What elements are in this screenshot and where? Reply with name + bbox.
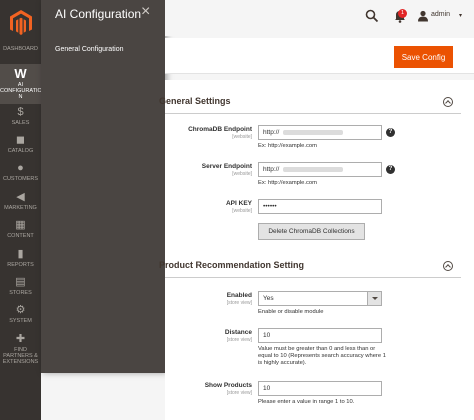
enabled-label-text: Enabled — [226, 292, 252, 299]
recommendation-settings-title: Product Recommendation Setting — [159, 260, 305, 270]
server-endpoint-value: http:// — [263, 166, 280, 173]
bar-chart-icon: ▮ — [17, 248, 24, 260]
show-products-label-text: Show Products — [204, 382, 252, 389]
ai-configuration-flyout: AI Configuration × General Configuration — [41, 0, 165, 373]
enabled-scope: [store view] — [226, 300, 252, 306]
distance-input[interactable]: 10 — [258, 328, 382, 343]
dollar-icon: $ — [17, 106, 24, 118]
distance-label: Distance [store view] — [137, 329, 252, 343]
w-logo-icon: W — [14, 66, 27, 81]
nav-label-dashboard: DASHBOARD — [3, 46, 38, 52]
nav-label-stores: STORES — [9, 290, 32, 296]
api-key-scope: [website] — [232, 208, 252, 214]
delete-chromadb-collections-button[interactable]: Delete ChromaDB Collections — [258, 223, 365, 240]
show-products-scope: [store view] — [226, 390, 252, 396]
nav-item-customers[interactable]: ● CUSTOMERS — [0, 162, 41, 184]
puzzle-icon: ✚ — [15, 333, 26, 345]
search-icon[interactable] — [365, 9, 379, 23]
show-products-note: Please enter a value in range 1 to 10. — [258, 399, 355, 405]
server-endpoint-label-text: Server Endpoint — [201, 163, 252, 170]
cube-icon: ◼ — [15, 134, 26, 146]
nav-item-sales[interactable]: $ SALES — [0, 106, 41, 128]
enabled-select-value: Yes — [263, 295, 274, 302]
person-icon: ● — [17, 162, 24, 174]
show-products-label: Show Products [store view] — [137, 382, 252, 396]
chromadb-endpoint-scope: [website] — [232, 134, 252, 140]
layout-icon: ▦ — [15, 219, 26, 231]
nav-label-marketing: MARKETING — [4, 205, 37, 211]
nav-label-reports: REPORTS — [7, 262, 34, 268]
magento-logo[interactable]: DASHBOARD — [0, 0, 41, 64]
collapse-icon[interactable] — [443, 97, 453, 107]
nav-label-customers: CUSTOMERS — [2, 176, 39, 182]
nav-label-sales: SALES — [11, 120, 30, 126]
admin-sidebar: DASHBOARD W AI CONFIGURATIO N $ SALES ◼ … — [0, 0, 42, 420]
enabled-select[interactable]: Yes — [258, 291, 382, 306]
general-settings-title: General Settings — [159, 96, 231, 106]
nav-item-stores[interactable]: ▤ STORES — [0, 276, 41, 298]
magento-logo-icon — [10, 10, 32, 35]
admin-header: 1 admin ▾ — [165, 0, 474, 36]
nav-label-catalog: CATALOG — [7, 148, 34, 154]
nav-item-content[interactable]: ▦ CONTENT — [0, 219, 41, 241]
gear-icon: ⚙ — [15, 304, 26, 316]
show-products-input[interactable]: 10 — [258, 381, 382, 396]
store-icon: ▤ — [15, 276, 26, 288]
nav-label-partners: FIND PARTNERS & EXTENSIONS — [2, 347, 39, 365]
megaphone-icon: ◀ — [16, 191, 25, 203]
collapse-icon[interactable] — [443, 261, 453, 271]
enabled-note: Enable or disable module — [258, 309, 324, 315]
redacted-value — [283, 130, 343, 135]
api-key-label-text: API KEY — [225, 200, 252, 207]
nav-item-marketing[interactable]: ◀ MARKETING — [0, 191, 41, 213]
api-key-label: API KEY [website] — [137, 200, 252, 214]
notification-count-badge: 1 — [398, 9, 407, 18]
nav-item-ai-configuration[interactable]: W AI CONFIGURATIO N — [0, 64, 42, 104]
chromadb-endpoint-label: ChromaDB Endpoint [website] — [137, 126, 252, 140]
page-actions: Save Config — [165, 38, 474, 74]
close-icon[interactable]: × — [141, 4, 150, 20]
server-endpoint-scope: [website] — [232, 171, 252, 177]
distance-label-text: Distance — [224, 329, 252, 336]
chevron-down-icon[interactable] — [367, 292, 381, 305]
help-icon[interactable]: ? — [386, 165, 395, 174]
help-icon[interactable]: ? — [386, 128, 395, 137]
config-content: General Settings ChromaDB Endpoint [webs… — [159, 80, 474, 420]
chromadb-endpoint-label-text: ChromaDB Endpoint — [188, 126, 252, 133]
nav-item-partners[interactable]: ✚ FIND PARTNERS & EXTENSIONS — [0, 333, 41, 365]
server-endpoint-label: Server Endpoint [website] — [137, 163, 252, 177]
server-endpoint-note: Ex: http://example.com — [258, 180, 317, 186]
distance-note: Value must be greater than 0 and less th… — [258, 346, 386, 366]
nav-item-system[interactable]: ⚙ SYSTEM — [0, 304, 41, 326]
chromadb-endpoint-value: http:// — [263, 129, 280, 136]
nav-label-content: CONTENT — [7, 233, 34, 239]
chromadb-endpoint-input[interactable]: http:// — [258, 125, 382, 140]
nav-item-reports[interactable]: ▮ REPORTS — [0, 248, 41, 270]
nav-label-ai: AI CONFIGURATIO N — [0, 82, 42, 100]
redacted-value — [283, 167, 343, 172]
distance-scope: [store view] — [226, 337, 252, 343]
general-configuration-link[interactable]: General Configuration — [55, 46, 124, 53]
flyout-title: AI Configuration — [55, 7, 142, 21]
nav-item-catalog[interactable]: ◼ CATALOG — [0, 134, 41, 156]
save-config-button[interactable]: Save Config — [394, 46, 453, 68]
general-settings-header[interactable]: General Settings — [159, 92, 461, 114]
user-name[interactable]: admin — [431, 11, 450, 18]
chromadb-endpoint-note: Ex: http://example.com — [258, 143, 317, 149]
server-endpoint-input[interactable]: http:// — [258, 162, 382, 177]
recommendation-settings-header[interactable]: Product Recommendation Setting — [159, 256, 461, 278]
user-icon[interactable] — [417, 10, 429, 22]
nav-label-system: SYSTEM — [9, 318, 32, 324]
enabled-label: Enabled [store view] — [137, 292, 252, 306]
chevron-down-icon[interactable]: ▾ — [459, 12, 462, 19]
api-key-input[interactable]: •••••• — [258, 199, 382, 214]
